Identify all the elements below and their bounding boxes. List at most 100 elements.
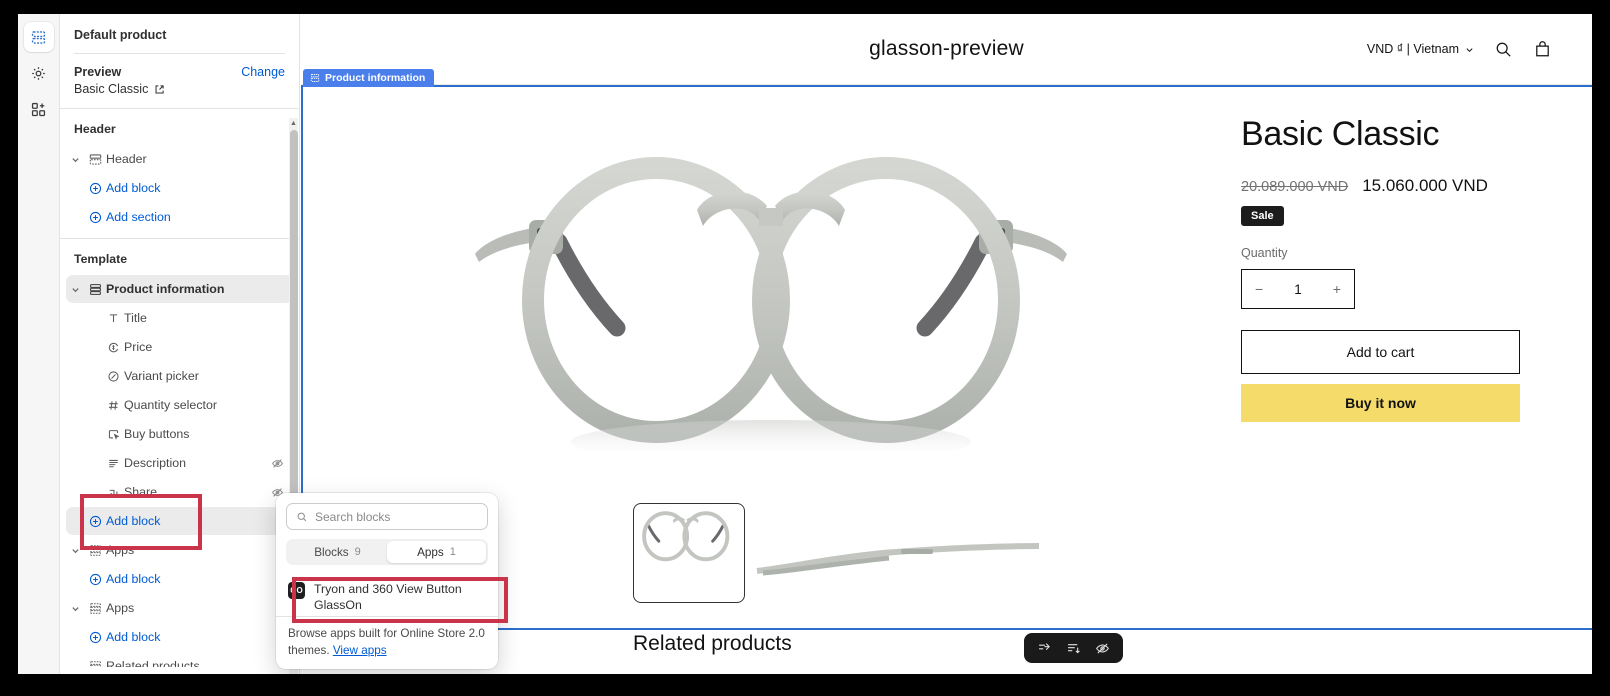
- add-to-cart-button[interactable]: Add to cart: [1241, 330, 1520, 374]
- sidebar-item-label: Description: [124, 456, 186, 470]
- gear-icon: [30, 65, 47, 82]
- search-blocks-placeholder: Search blocks: [315, 509, 391, 524]
- tab-apps[interactable]: Apps 1: [387, 541, 486, 563]
- view-apps-link[interactable]: View apps: [333, 644, 387, 657]
- sidebar-item-label: Add block: [106, 181, 161, 195]
- sidebar-item-label: Quantity selector: [124, 398, 217, 412]
- quantity-label: Quantity: [1241, 246, 1288, 260]
- reorder-icon[interactable]: [1037, 641, 1052, 656]
- hide-icon[interactable]: [1095, 641, 1110, 656]
- sections-icon: [30, 29, 47, 46]
- sidebar-item-label: Buy buttons: [124, 427, 190, 441]
- hash-icon: [102, 399, 124, 412]
- cart-icon[interactable]: [1533, 40, 1552, 59]
- sidebar-item-header[interactable]: Header: [66, 145, 293, 173]
- scroll-up-arrow-icon[interactable]: ▲: [290, 120, 297, 127]
- sidebar-item-buy-buttons[interactable]: Buy buttons: [66, 420, 293, 448]
- sidebar-add-block-product-information[interactable]: Add block: [66, 507, 293, 535]
- chevron-down-icon[interactable]: [66, 285, 84, 294]
- quantity-decrease-button[interactable]: −: [1255, 281, 1263, 297]
- shop-name[interactable]: glasson-preview: [869, 37, 1024, 61]
- app-block-subtitle: GlassOn: [314, 597, 362, 612]
- section-icon: [84, 602, 106, 615]
- sidebar-add-block-header[interactable]: Add block: [66, 174, 293, 202]
- section-icon: [84, 660, 106, 667]
- hidden-eye-icon[interactable]: [269, 457, 285, 470]
- popover-footer: Browse apps built for Online Store 2.0 t…: [276, 616, 498, 669]
- sidebar-item-variant-picker[interactable]: Variant picker: [66, 362, 293, 390]
- preview-value-row: Basic Classic: [60, 79, 299, 108]
- product-main-image[interactable]: [301, 105, 1241, 495]
- sidebar-item-description[interactable]: Description: [66, 449, 293, 477]
- sidebar-item-label: Share: [124, 485, 158, 499]
- sidebar-add-block-apps-2[interactable]: Add block: [66, 623, 293, 651]
- section-icon: [84, 283, 106, 296]
- chevron-down-icon[interactable]: [66, 604, 84, 613]
- locale-label: VND ₫ | Vietnam: [1366, 42, 1459, 56]
- sidebar-item-related-products[interactable]: Related products: [66, 652, 293, 667]
- quantity-increase-button[interactable]: +: [1333, 281, 1341, 297]
- share-icon: [102, 486, 124, 499]
- sidebar-item-apps-1[interactable]: Apps: [66, 536, 293, 564]
- rail-item-settings[interactable]: [24, 58, 54, 88]
- product-thumbnail-2[interactable]: [753, 537, 1040, 577]
- sidebar-item-label: Header: [106, 152, 147, 166]
- sidebar-add-section[interactable]: Add section: [66, 203, 293, 231]
- product-prices: 20.089.000 VND 15.060.000 VND: [1241, 176, 1562, 196]
- rail-item-sections[interactable]: [23, 22, 54, 52]
- sale-badge: Sale: [1241, 206, 1284, 226]
- tree-group-template: Template: [74, 252, 128, 266]
- sidebar-item-label: Apps: [106, 543, 135, 557]
- price-icon: [102, 341, 124, 354]
- eyeglasses-thumbnail: [642, 511, 730, 562]
- editor-sidebar: Default product Preview Change Basic Cla…: [60, 14, 300, 674]
- preview-row: Preview Change: [60, 54, 299, 79]
- eyeglasses-illustration: [475, 157, 1067, 450]
- product-title: Basic Classic: [1241, 115, 1440, 153]
- cursor-icon: [102, 428, 124, 441]
- search-icon[interactable]: [1494, 40, 1513, 59]
- sidebar-item-label: Add section: [106, 210, 171, 224]
- sidebar-add-block-apps-1[interactable]: Add block: [66, 565, 293, 593]
- sidebar-item-quantity-selector[interactable]: Quantity selector: [66, 391, 293, 419]
- align-icon[interactable]: [1066, 641, 1081, 656]
- sidebar-item-product-information[interactable]: Product information: [66, 275, 293, 303]
- tab-apps-count: 1: [449, 546, 456, 558]
- apps-icon: [30, 101, 47, 118]
- change-preview-link[interactable]: Change: [241, 65, 285, 79]
- tab-apps-label: Apps: [417, 545, 444, 559]
- lines-icon: [102, 457, 124, 470]
- external-link-icon[interactable]: [154, 84, 165, 95]
- product-info: Basic Classic 20.089.000 VND 15.060.000 …: [1241, 85, 1592, 630]
- buy-it-now-button[interactable]: Buy it now: [1241, 384, 1520, 422]
- tab-blocks-label: Blocks: [314, 545, 349, 559]
- app-block-item[interactable]: GO Tryon and 360 View Button GlassOn: [284, 577, 490, 616]
- plus-circle-icon: [84, 573, 106, 586]
- sidebar-item-title[interactable]: Title: [66, 304, 293, 332]
- sidebar-item-label: Add block: [106, 572, 161, 586]
- app-block-text: Tryon and 360 View Button GlassOn: [314, 581, 462, 612]
- sidebar-item-apps-2[interactable]: Apps: [66, 594, 293, 622]
- preview-label: Preview: [74, 65, 122, 79]
- rail-item-apps[interactable]: [24, 94, 54, 124]
- storefront-header-actions: VND ₫ | Vietnam: [1367, 40, 1552, 59]
- sidebar-item-label: Price: [124, 340, 153, 354]
- chevron-down-icon[interactable]: [66, 155, 84, 164]
- variant-icon: [102, 370, 124, 383]
- product-thumbnail-1[interactable]: [633, 503, 745, 603]
- search-blocks-field[interactable]: Search blocks: [286, 503, 488, 530]
- sidebar-item-label: Apps: [106, 601, 135, 615]
- quantity-value[interactable]: 1: [1294, 282, 1302, 297]
- chevron-down-icon[interactable]: [66, 546, 84, 555]
- quantity-stepper[interactable]: − 1 +: [1241, 269, 1355, 309]
- chevron-down-icon: [1465, 45, 1474, 54]
- plus-circle-icon: [84, 515, 106, 528]
- sidebar-item-share[interactable]: Share: [66, 478, 293, 506]
- tab-blocks[interactable]: Blocks 9: [288, 541, 387, 563]
- sidebar-item-price[interactable]: Price: [66, 333, 293, 361]
- locale-selector[interactable]: VND ₫ | Vietnam: [1367, 42, 1474, 56]
- sidebar-item-label: Variant picker: [124, 369, 199, 383]
- product-compare-price: 20.089.000 VND: [1241, 179, 1349, 195]
- popover-tabs: Blocks 9 Apps 1: [286, 539, 488, 565]
- glasson-app-logo: GO: [288, 582, 305, 599]
